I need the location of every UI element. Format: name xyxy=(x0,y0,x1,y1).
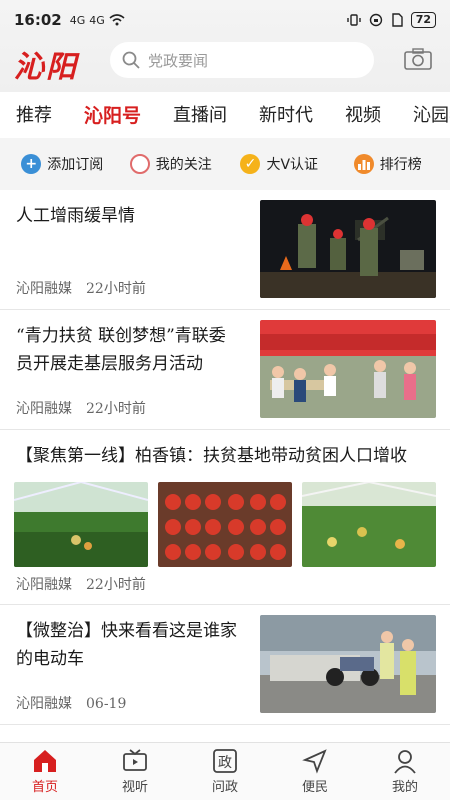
news-time: 22小时前 xyxy=(86,577,146,593)
alarm-icon xyxy=(369,13,382,27)
subscription-action-row: + 添加订阅 我的关注 ✓ 大V认证 排行榜 xyxy=(0,138,450,190)
news-item[interactable]: “青力扶贫 联创梦想”青联委员开展走基层服务月活动 沁阳融媒 22小时前 xyxy=(0,310,450,430)
news-title: 人工增雨缓旱情 xyxy=(16,206,135,226)
news-image-row xyxy=(14,482,436,567)
tab-recommend[interactable]: 推荐 xyxy=(16,101,52,127)
battery-indicator: 72 xyxy=(410,12,436,28)
nav-inquiry-label: 问政 xyxy=(211,780,238,795)
my-follows-button[interactable]: 我的关注 xyxy=(116,144,225,184)
search-placeholder: 党政要闻 xyxy=(148,51,209,70)
home-icon xyxy=(34,750,56,772)
nav-services[interactable]: 便民 xyxy=(270,743,360,800)
news-source: 沁阳融媒 xyxy=(16,401,72,417)
wifi-icon xyxy=(109,14,125,26)
news-item[interactable]: 【聚焦第一线】柏香镇：扶贫基地带动贫困人口增收 沁阳融媒 22小时前 xyxy=(0,430,450,605)
news-image xyxy=(14,482,148,567)
tab-qinyang-hao[interactable]: 沁阳号 xyxy=(84,101,141,128)
nav-home-label: 首页 xyxy=(31,780,58,795)
news-title: “青力扶贫 联创梦想”青联委员开展走基层服务月活动 xyxy=(16,326,226,374)
nav-audiovisual-label: 视听 xyxy=(121,780,148,795)
news-time: 06-19 xyxy=(86,696,127,712)
news-thumbnail xyxy=(260,200,436,298)
tab-live[interactable]: 直播间 xyxy=(173,101,227,127)
my-follows-label: 我的关注 xyxy=(155,157,212,173)
add-subscription-label: 添加订阅 xyxy=(47,157,104,173)
svg-text:政: 政 xyxy=(218,755,232,771)
signal-indicators: 4G 4G xyxy=(70,14,125,27)
status-bar: 16:02 4G 4G 72 xyxy=(0,0,450,40)
news-meta: 沁阳融媒 22小时前 xyxy=(16,278,146,298)
news-item[interactable]: 人工增雨缓旱情 沁阳融媒 22小时前 xyxy=(0,190,450,310)
news-thumbnail xyxy=(260,320,436,418)
news-thumbnail xyxy=(260,615,436,713)
bottom-navigation: 首页 视听 政 问政 便民 我的 xyxy=(0,742,450,800)
news-image xyxy=(158,482,292,567)
vibrate-icon xyxy=(346,14,361,26)
bar-chart-icon xyxy=(353,154,374,174)
news-meta: 沁阳融媒 06-19 xyxy=(16,693,126,713)
user-icon xyxy=(394,750,416,774)
news-title: 【微整治】快来看看这是谁家的电动车 xyxy=(16,621,237,669)
send-arrow-icon xyxy=(302,749,327,774)
add-subscription-button[interactable]: + 添加订阅 xyxy=(8,144,117,184)
signal-icon-2: 4G xyxy=(89,13,105,27)
tv-icon xyxy=(123,749,147,771)
big-v-label: 大V认证 xyxy=(266,157,319,173)
ranking-label: 排行榜 xyxy=(379,157,422,173)
news-title: 【聚焦第一线】柏香镇：扶贫基地带动贫困人口增收 xyxy=(16,446,407,466)
nav-profile-label: 我的 xyxy=(391,780,418,795)
header: 16:02 4G 4G 72 沁阳 党政要闻 xyxy=(0,0,450,92)
news-item[interactable]: 【微整治】快来看看这是谁家的电动车 沁阳融媒 06-19 xyxy=(0,605,450,725)
news-source: 沁阳融媒 xyxy=(16,281,72,297)
search-icon xyxy=(122,51,140,69)
tab-video[interactable]: 视频 xyxy=(345,101,381,127)
news-meta: 沁阳融媒 22小时前 xyxy=(16,398,146,418)
news-meta: 沁阳融媒 22小时前 xyxy=(16,574,146,594)
status-time: 16:02 xyxy=(14,11,62,29)
nav-profile[interactable]: 我的 xyxy=(360,743,450,800)
ranking-button[interactable]: 排行榜 xyxy=(333,144,442,184)
news-feed: 人工增雨缓旱情 沁阳融媒 22小时前 “青力扶贫 联创梦想”青联委员开展走基层服… xyxy=(0,190,450,725)
nav-home[interactable]: 首页 xyxy=(0,743,90,800)
category-tabs: 推荐 沁阳号 直播间 新时代 视频 沁园春 xyxy=(0,92,450,136)
big-v-certification-button[interactable]: ✓ 大V认证 xyxy=(225,144,334,184)
app-logo: 沁阳 xyxy=(14,50,78,85)
news-source: 沁阳融媒 xyxy=(16,696,72,712)
nav-inquiry[interactable]: 政 问政 xyxy=(180,743,270,800)
news-time: 22小时前 xyxy=(86,281,146,297)
sim-icon xyxy=(391,13,403,27)
check-icon: ✓ xyxy=(240,154,261,174)
inquiry-icon: 政 xyxy=(213,749,237,773)
status-right: 72 xyxy=(346,12,436,28)
tab-qinyuanchun[interactable]: 沁园春 xyxy=(413,101,450,127)
news-source: 沁阳融媒 xyxy=(16,577,72,593)
nav-audiovisual[interactable]: 视听 xyxy=(90,743,180,800)
signal-icon-1: 4G xyxy=(69,13,86,27)
circle-icon xyxy=(129,154,150,174)
nav-services-label: 便民 xyxy=(301,780,328,795)
news-image xyxy=(302,482,436,567)
camera-icon[interactable] xyxy=(404,48,432,70)
tab-new-era[interactable]: 新时代 xyxy=(259,101,313,127)
plus-icon: + xyxy=(21,154,42,174)
news-time: 22小时前 xyxy=(86,401,146,417)
search-input[interactable]: 党政要闻 xyxy=(110,42,374,78)
